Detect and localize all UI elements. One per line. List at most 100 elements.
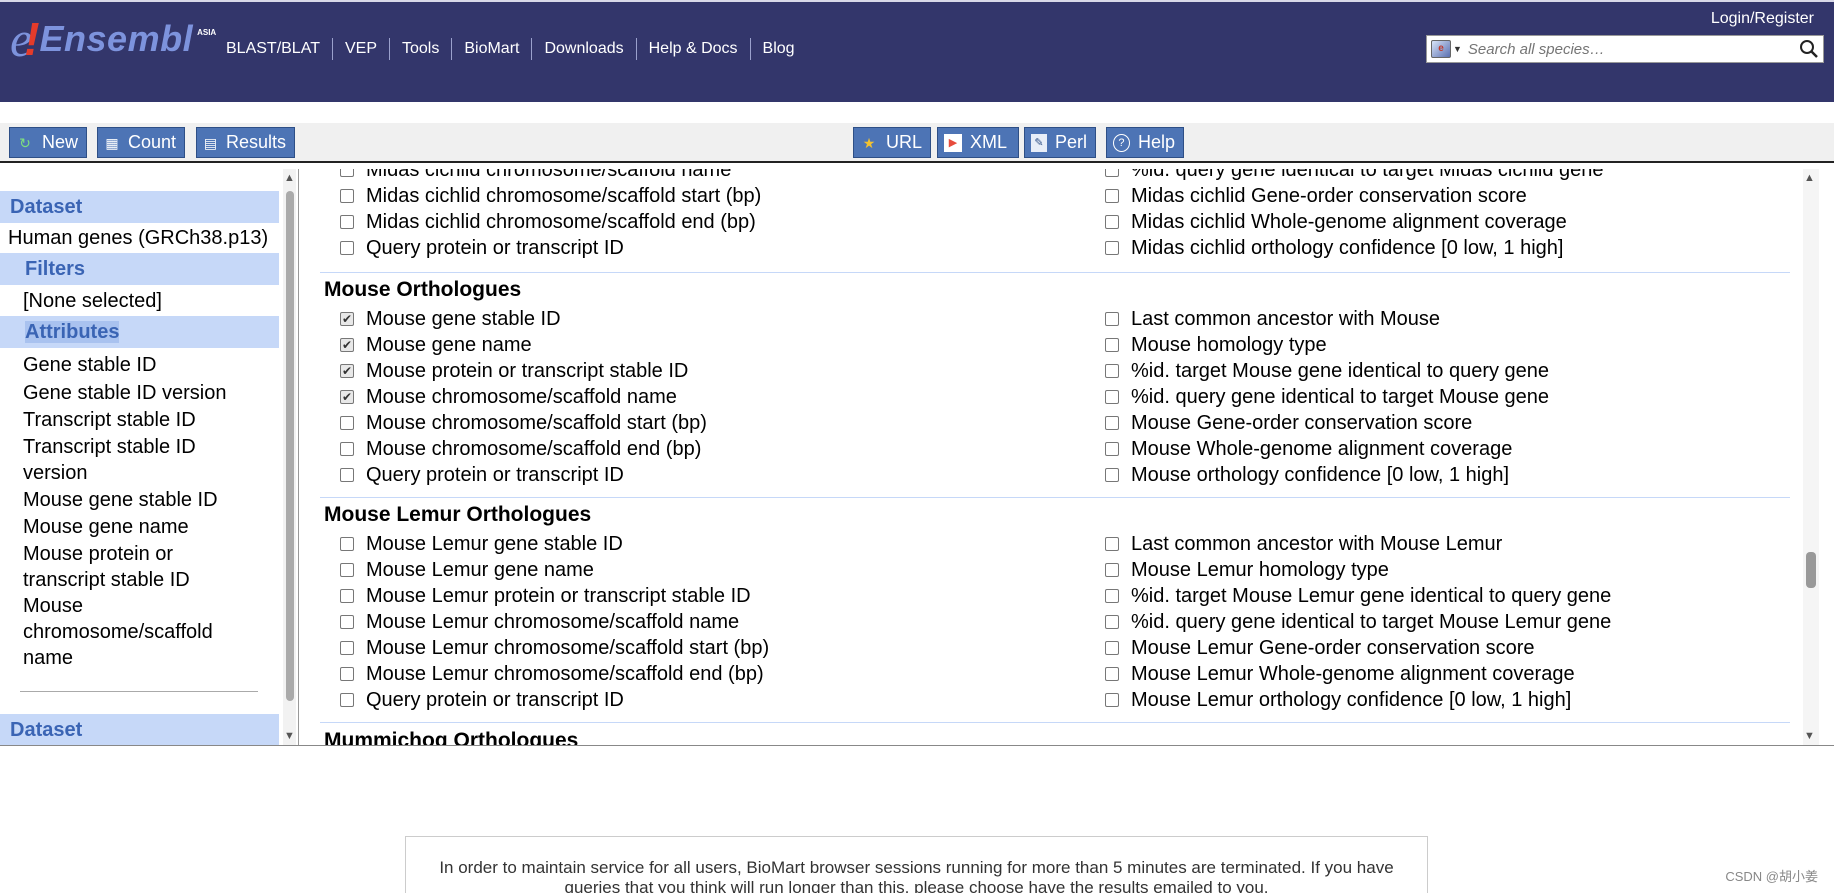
sidebar-dataset2-header[interactable]: Dataset	[0, 714, 279, 746]
attribute-row[interactable]: Mouse Lemur homology type	[1105, 557, 1389, 583]
attribute-checkbox[interactable]	[1105, 241, 1119, 255]
attribute-row[interactable]: %id. query gene identical to target Mida…	[1105, 169, 1604, 183]
sidebar-attributes-header[interactable]: Attributes	[0, 316, 279, 348]
attribute-checkbox[interactable]	[1105, 667, 1119, 681]
attribute-checkbox-checked[interactable]: ✔	[340, 338, 354, 352]
attribute-row[interactable]: Mouse Lemur chromosome/scaffold end (bp)	[340, 661, 764, 687]
attribute-checkbox[interactable]	[340, 442, 354, 456]
attribute-row[interactable]: %id. query gene identical to target Mous…	[1105, 384, 1549, 410]
help-button[interactable]: ? Help	[1106, 127, 1184, 158]
sidebar-attribute-item[interactable]: Mouse	[23, 593, 83, 619]
url-button[interactable]: ★ URL	[853, 127, 931, 158]
nav-downloads[interactable]: Downloads	[531, 38, 635, 60]
attribute-row[interactable]: %id. target Mouse Lemur gene identical t…	[1105, 583, 1611, 609]
sidebar-dataset-header[interactable]: Dataset	[0, 191, 279, 223]
scroll-up-icon[interactable]: ▲	[1804, 172, 1815, 184]
scroll-up-icon[interactable]: ▲	[284, 172, 295, 184]
attribute-row[interactable]: Midas cichlid orthology confidence [0 lo…	[1105, 235, 1563, 261]
species-selector-icon[interactable]: e	[1431, 40, 1451, 58]
attribute-row[interactable]: Mouse Lemur Whole-genome alignment cover…	[1105, 661, 1575, 687]
results-button[interactable]: ▤ Results	[196, 127, 295, 158]
attribute-row[interactable]: Mouse Lemur gene name	[340, 557, 594, 583]
attribute-row[interactable]: Query protein or transcript ID	[340, 462, 624, 488]
attribute-row[interactable]: ✔ Mouse gene stable ID	[340, 306, 561, 332]
attribute-checkbox[interactable]	[340, 641, 354, 655]
attribute-row[interactable]: Mouse Lemur gene stable ID	[340, 531, 623, 557]
xml-button[interactable]: ▶ XML	[937, 127, 1019, 158]
attribute-checkbox[interactable]	[1105, 468, 1119, 482]
sidebar-scrollbar-thumb[interactable]	[286, 191, 294, 701]
sidebar-attribute-item[interactable]: Mouse gene stable ID	[23, 487, 218, 513]
attribute-checkbox[interactable]	[340, 563, 354, 577]
attribute-row[interactable]: Midas cichlid chromosome/scaffold name	[340, 169, 731, 183]
attribute-checkbox[interactable]	[1105, 169, 1119, 177]
nav-blog[interactable]: Blog	[749, 38, 807, 60]
attribute-checkbox[interactable]	[340, 589, 354, 603]
attribute-checkbox[interactable]	[1105, 215, 1119, 229]
attribute-checkbox[interactable]	[340, 241, 354, 255]
attribute-row[interactable]: Mouse Whole-genome alignment coverage	[1105, 436, 1512, 462]
sidebar-attribute-item[interactable]: Mouse protein or	[23, 541, 173, 567]
sidebar-attribute-item[interactable]: version	[23, 460, 87, 486]
nav-help-docs[interactable]: Help & Docs	[635, 38, 750, 60]
attribute-checkbox[interactable]	[340, 693, 354, 707]
attribute-checkbox[interactable]	[1105, 693, 1119, 707]
attribute-row[interactable]: Mouse chromosome/scaffold start (bp)	[340, 410, 707, 436]
sidebar-attribute-item[interactable]: name	[23, 645, 73, 671]
perl-button[interactable]: ✎ Perl	[1024, 127, 1096, 158]
attribute-row[interactable]: %id. target Mouse gene identical to quer…	[1105, 358, 1549, 384]
attribute-row[interactable]: Midas cichlid Gene-order conservation sc…	[1105, 183, 1527, 209]
attribute-row[interactable]: Midas cichlid chromosome/scaffold end (b…	[340, 209, 756, 235]
attribute-row[interactable]: Mouse Lemur orthology confidence [0 low,…	[1105, 687, 1571, 713]
sidebar-attribute-item[interactable]: transcript stable ID	[23, 567, 190, 593]
sidebar-attribute-item[interactable]: Mouse gene name	[23, 514, 189, 540]
attribute-checkbox[interactable]	[340, 416, 354, 430]
attribute-checkbox[interactable]	[1105, 641, 1119, 655]
attribute-checkbox[interactable]	[1105, 615, 1119, 629]
attribute-checkbox[interactable]	[1105, 589, 1119, 603]
sidebar-attribute-item[interactable]: Transcript stable ID	[23, 407, 196, 433]
attribute-row[interactable]: Mouse chromosome/scaffold end (bp)	[340, 436, 701, 462]
attribute-row[interactable]: Query protein or transcript ID	[340, 235, 624, 261]
attribute-checkbox[interactable]	[340, 615, 354, 629]
sidebar-scrollbar[interactable]	[283, 169, 296, 746]
attribute-row[interactable]: ✔ Mouse chromosome/scaffold name	[340, 384, 677, 410]
attribute-checkbox[interactable]	[340, 189, 354, 203]
attribute-checkbox-checked[interactable]: ✔	[340, 390, 354, 404]
attribute-row[interactable]: Mouse Lemur chromosome/scaffold name	[340, 609, 739, 635]
attribute-row[interactable]: ✔ Mouse gene name	[340, 332, 532, 358]
attribute-checkbox[interactable]	[1105, 189, 1119, 203]
attribute-panel-scrollbar[interactable]	[1803, 169, 1819, 746]
attribute-row[interactable]: Midas cichlid Whole-genome alignment cov…	[1105, 209, 1567, 235]
attribute-row[interactable]: Mouse Gene-order conservation score	[1105, 410, 1472, 436]
attribute-row[interactable]: Mouse Lemur Gene-order conservation scor…	[1105, 635, 1535, 661]
attribute-row[interactable]: Query protein or transcript ID	[340, 687, 624, 713]
attribute-checkbox-checked[interactable]: ✔	[340, 364, 354, 378]
sidebar-filters-value[interactable]: [None selected]	[23, 288, 162, 314]
sidebar-dataset-value[interactable]: Human genes (GRCh38.p13)	[8, 225, 268, 251]
scroll-down-icon[interactable]: ▼	[284, 730, 295, 742]
attribute-checkbox[interactable]	[1105, 312, 1119, 326]
attribute-checkbox[interactable]	[1105, 442, 1119, 456]
count-button[interactable]: ▦ Count	[97, 127, 185, 158]
search-icon[interactable]	[1799, 39, 1819, 59]
sidebar-filters-header[interactable]: Filters	[0, 253, 279, 285]
chevron-down-icon[interactable]: ▼	[1453, 44, 1462, 54]
attribute-checkbox[interactable]	[340, 667, 354, 681]
attribute-row[interactable]: ✔ Mouse protein or transcript stable ID	[340, 358, 688, 384]
search-input[interactable]	[1467, 40, 1788, 58]
attribute-checkbox[interactable]	[340, 215, 354, 229]
sidebar-attribute-item[interactable]: Gene stable ID version	[23, 380, 226, 406]
attribute-checkbox[interactable]	[1105, 364, 1119, 378]
attribute-checkbox[interactable]	[1105, 416, 1119, 430]
sidebar-attribute-item[interactable]: chromosome/scaffold	[23, 619, 213, 645]
new-button[interactable]: ↻ New	[9, 127, 87, 158]
attribute-checkbox[interactable]	[1105, 537, 1119, 551]
nav-biomart[interactable]: BioMart	[451, 38, 531, 60]
attribute-row[interactable]: Last common ancestor with Mouse Lemur	[1105, 531, 1502, 557]
attribute-checkbox-checked[interactable]: ✔	[340, 312, 354, 326]
attribute-checkbox[interactable]	[1105, 563, 1119, 577]
nav-tools[interactable]: Tools	[388, 38, 451, 60]
scroll-down-icon[interactable]: ▼	[1804, 730, 1815, 742]
nav-blast[interactable]: BLAST/BLAT	[226, 38, 332, 60]
